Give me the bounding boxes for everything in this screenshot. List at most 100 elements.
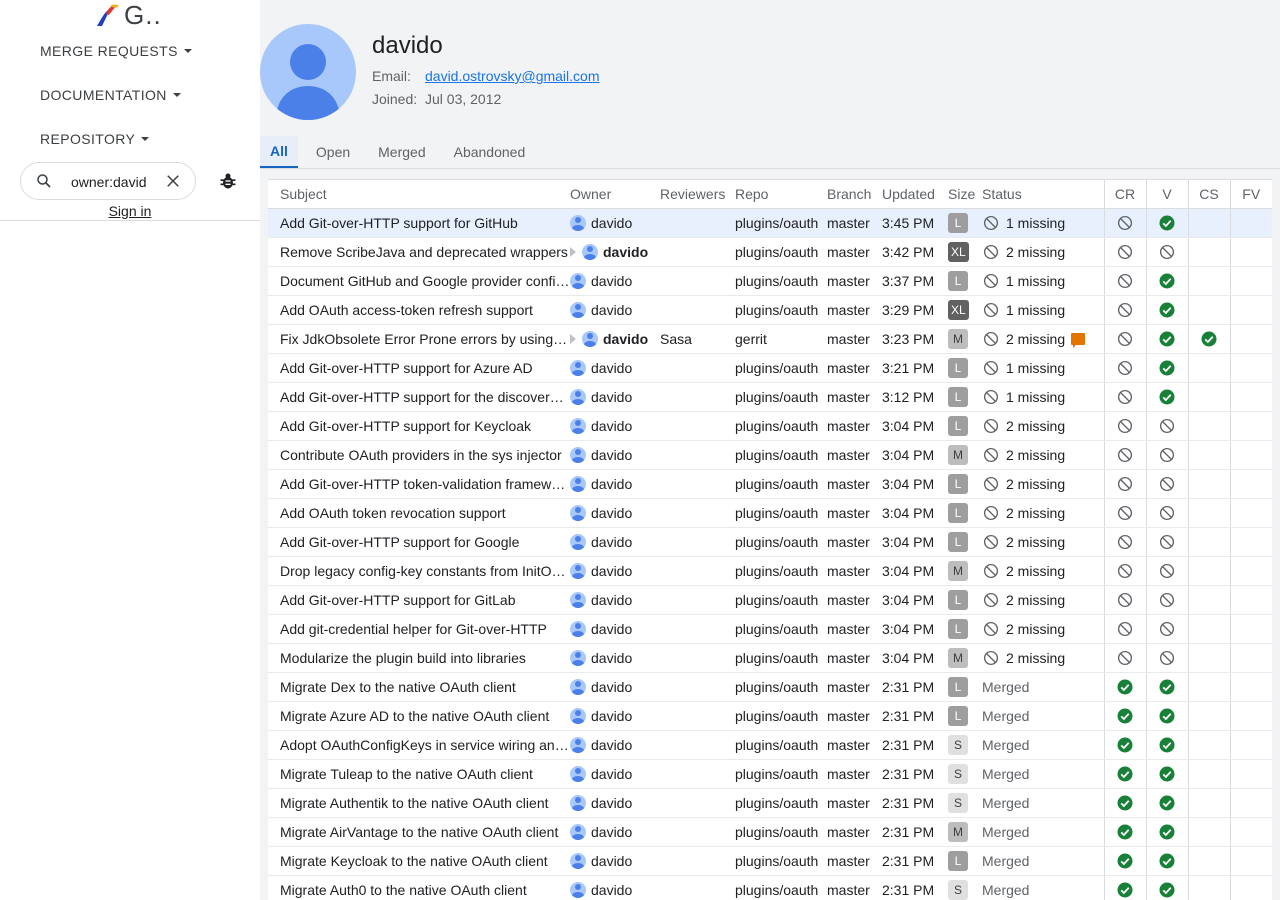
repo-link[interactable]: plugins/oauth <box>735 266 827 296</box>
repo-link[interactable]: plugins/oauth <box>735 469 827 499</box>
header-branch[interactable]: Branch <box>827 179 882 209</box>
repo-link[interactable]: plugins/oauth <box>735 672 827 702</box>
table-row[interactable]: Add OAuth token revocation support davido… <box>268 498 1272 528</box>
repo-link[interactable]: plugins/oauth <box>735 527 827 557</box>
repo-link[interactable]: plugins/oauth <box>735 208 827 238</box>
email-link[interactable]: david.ostrovsky@gmail.com <box>425 68 600 84</box>
owner[interactable]: davido <box>570 702 660 730</box>
tab-merged[interactable]: Merged <box>368 136 435 168</box>
repo-link[interactable]: plugins/oauth <box>735 353 827 383</box>
header-cs[interactable]: CS <box>1187 179 1230 209</box>
branch-link[interactable]: master <box>827 759 882 789</box>
change-subject[interactable]: Remove ScribeJava and deprecated wrapper… <box>268 237 570 267</box>
branch-link[interactable]: master <box>827 440 882 470</box>
tab-open[interactable]: Open <box>306 136 360 168</box>
table-row[interactable]: Migrate Keycloak to the native OAuth cli… <box>268 846 1272 876</box>
branch-link[interactable]: master <box>827 556 882 586</box>
owner[interactable]: davido <box>570 615 660 643</box>
change-subject[interactable]: Add OAuth token revocation support <box>268 498 570 528</box>
sign-in-link[interactable]: Sign in <box>0 203 260 219</box>
change-subject[interactable]: Migrate Azure AD to the native OAuth cli… <box>268 701 570 731</box>
change-subject[interactable]: Add Git-over-HTTP support for Google <box>268 527 570 557</box>
repo-link[interactable]: plugins/oauth <box>735 817 827 847</box>
owner[interactable]: davido <box>570 673 660 701</box>
change-subject[interactable]: Migrate Tuleap to the native OAuth clien… <box>268 759 570 789</box>
repo-link[interactable]: plugins/oauth <box>735 382 827 412</box>
repo-link[interactable]: plugins/oauth <box>735 585 827 615</box>
owner[interactable]: davido <box>570 557 660 585</box>
header-reviewers[interactable]: Reviewers <box>660 179 735 209</box>
owner[interactable]: davido <box>570 818 660 846</box>
repo-link[interactable]: plugins/oauth <box>735 614 827 644</box>
branch-link[interactable]: master <box>827 498 882 528</box>
change-subject[interactable]: Document GitHub and Google provider conf… <box>268 266 570 296</box>
branch-link[interactable]: master <box>827 353 882 383</box>
repo-link[interactable]: plugins/oauth <box>735 875 827 900</box>
table-row[interactable]: Migrate AirVantage to the native OAuth c… <box>268 817 1272 847</box>
app-logo[interactable]: G.. <box>94 0 162 30</box>
repo-link[interactable]: plugins/oauth <box>735 701 827 731</box>
table-row[interactable]: Migrate Dex to the native OAuth client da… <box>268 672 1272 702</box>
table-row[interactable]: Add Git-over-HTTP token-validation frame… <box>268 469 1272 499</box>
owner[interactable]: davido <box>570 847 660 875</box>
change-subject[interactable]: Add OAuth access-token refresh support <box>268 295 570 325</box>
owner[interactable]: davido <box>570 499 660 527</box>
nav-merge-requests[interactable]: MERGE REQUESTS <box>40 43 192 59</box>
table-row[interactable]: Migrate Authentik to the native OAuth cl… <box>268 788 1272 818</box>
owner[interactable]: davido <box>570 586 660 614</box>
branch-link[interactable]: master <box>827 701 882 731</box>
branch-link[interactable]: master <box>827 788 882 818</box>
change-subject[interactable]: Migrate Auth0 to the native OAuth client <box>268 875 570 900</box>
change-subject[interactable]: Add Git-over-HTTP support for the discov… <box>268 382 570 412</box>
repo-link[interactable]: plugins/oauth <box>735 440 827 470</box>
table-row[interactable]: Modularize the plugin build into librari… <box>268 643 1272 673</box>
owner[interactable]: davido <box>570 731 660 759</box>
header-status[interactable]: Status <box>982 179 1104 209</box>
table-row[interactable]: Add Git-over-HTTP support for Google davi… <box>268 527 1272 557</box>
table-row[interactable]: Adopt OAuthConfigKeys in service wiring … <box>268 730 1272 760</box>
table-row[interactable]: Add Git-over-HTTP support for Azure AD da… <box>268 353 1272 383</box>
table-row[interactable]: Document GitHub and Google provider conf… <box>268 266 1272 296</box>
owner[interactable]: davido <box>570 644 660 672</box>
repo-link[interactable]: plugins/oauth <box>735 730 827 760</box>
repo-link[interactable]: plugins/oauth <box>735 237 827 267</box>
table-row[interactable]: Migrate Azure AD to the native OAuth cli… <box>268 701 1272 731</box>
change-subject[interactable]: Adopt OAuthConfigKeys in service wiring … <box>268 730 570 760</box>
header-repo[interactable]: Repo <box>735 179 827 209</box>
owner[interactable]: davido <box>570 354 660 382</box>
header-owner[interactable]: Owner <box>570 179 660 209</box>
change-subject[interactable]: Migrate AirVantage to the native OAuth c… <box>268 817 570 847</box>
change-subject[interactable]: Add Git-over-HTTP support for GitHub <box>268 208 570 238</box>
header-size[interactable]: Size <box>948 179 982 209</box>
header-subject[interactable]: Subject <box>268 179 570 209</box>
branch-link[interactable]: master <box>827 817 882 847</box>
branch-link[interactable]: master <box>827 382 882 412</box>
change-subject[interactable]: Add Git-over-HTTP support for GitLab <box>268 585 570 615</box>
owner[interactable]: davido <box>570 470 660 498</box>
owner[interactable]: davido <box>570 412 660 440</box>
repo-link[interactable]: plugins/oauth <box>735 295 827 325</box>
branch-link[interactable]: master <box>827 411 882 441</box>
owner[interactable]: davido <box>570 528 660 556</box>
repo-link[interactable]: plugins/oauth <box>735 498 827 528</box>
header-fv[interactable]: FV <box>1229 179 1272 209</box>
table-row[interactable]: Add Git-over-HTTP support for GitHub davi… <box>268 208 1272 238</box>
repo-link[interactable]: gerrit <box>735 324 827 354</box>
branch-link[interactable]: master <box>827 527 882 557</box>
tab-abandoned[interactable]: Abandoned <box>444 136 536 168</box>
branch-link[interactable]: master <box>827 469 882 499</box>
change-subject[interactable]: Add git-credential helper for Git-over-H… <box>268 614 570 644</box>
repo-link[interactable]: plugins/oauth <box>735 411 827 441</box>
owner[interactable]: davido <box>570 760 660 788</box>
tab-all[interactable]: All <box>260 136 298 168</box>
change-subject[interactable]: Drop legacy config-key constants from In… <box>268 556 570 586</box>
change-subject[interactable]: Contribute OAuth providers in the sys in… <box>268 440 570 470</box>
header-updated[interactable]: Updated <box>882 179 948 209</box>
bug-report-icon[interactable] <box>218 171 238 191</box>
owner[interactable]: davido <box>570 876 660 900</box>
owner[interactable]: davido <box>570 296 660 324</box>
table-row[interactable]: Contribute OAuth providers in the sys in… <box>268 440 1272 470</box>
repo-link[interactable]: plugins/oauth <box>735 643 827 673</box>
owner[interactable]: davido <box>570 209 660 237</box>
header-cr[interactable]: CR <box>1103 179 1146 209</box>
